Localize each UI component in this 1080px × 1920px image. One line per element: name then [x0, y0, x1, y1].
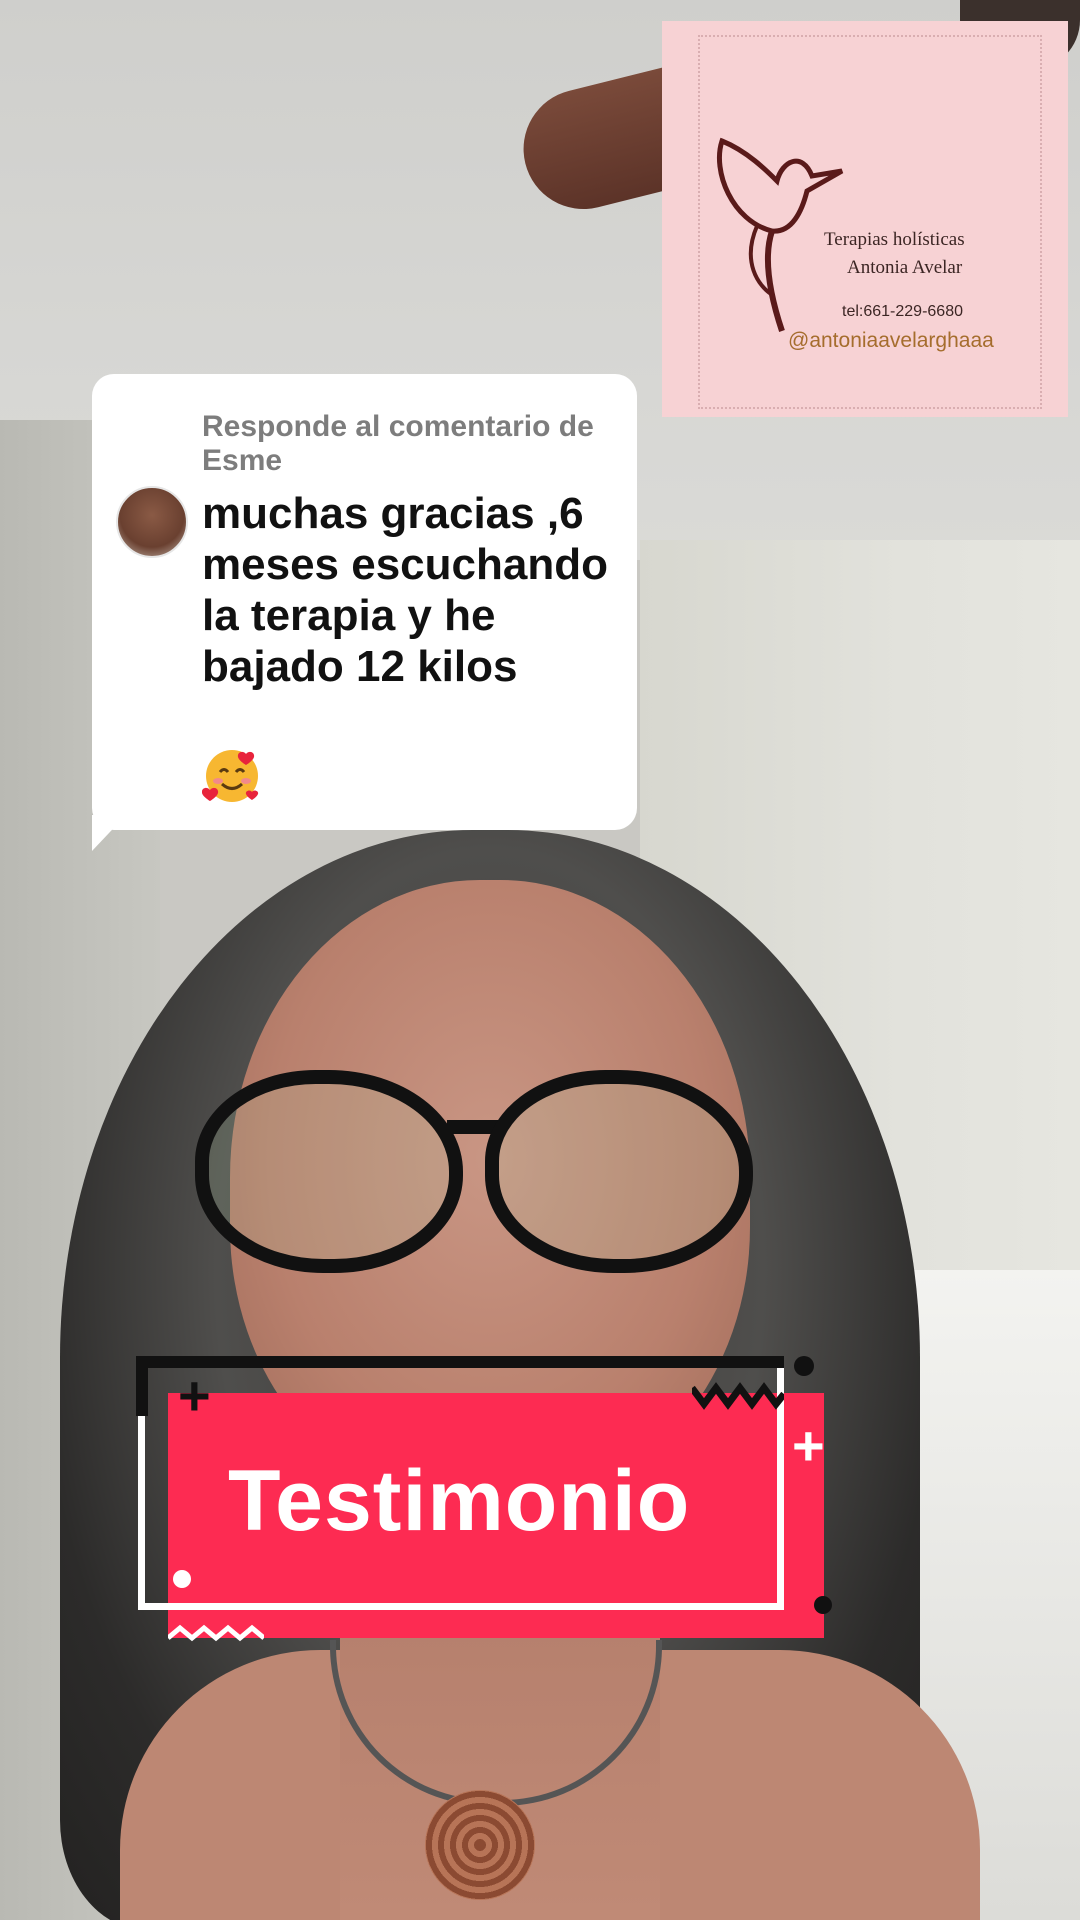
sticker-top-line	[136, 1356, 784, 1368]
reply-label: Responde al comentario de Esme	[202, 410, 594, 477]
dot-decoration	[794, 1356, 814, 1376]
left-lens	[195, 1070, 463, 1273]
sticker-left-line	[136, 1356, 148, 1416]
dot-decoration	[814, 1596, 832, 1614]
zigzag-decoration	[168, 1624, 264, 1642]
logo-card: Terapias holísticas Antonia Avelar tel:6…	[662, 21, 1068, 417]
reply-comment-bubble[interactable]: Responde al comentario de Esme muchas gr…	[92, 374, 637, 830]
smiling-face-with-hearts-icon	[202, 750, 259, 802]
logo-name: Antonia Avelar	[847, 257, 963, 278]
bubble-tail	[92, 815, 126, 851]
spiral-pendant	[425, 1790, 535, 1900]
right-lens	[485, 1070, 753, 1273]
hummingbird-icon	[716, 137, 844, 332]
sticker-label: Testimonio	[228, 1453, 691, 1549]
commenter-avatar[interactable]	[116, 486, 188, 558]
plus-icon: +	[792, 1414, 825, 1477]
zigzag-decoration	[692, 1382, 784, 1410]
logo-handle: @antoniaavelarghaaa	[788, 329, 994, 352]
comment-text: muchas gracias ,6 meses escuchando la te…	[202, 489, 608, 691]
logo-phone: tel:661-229-6680	[842, 303, 963, 320]
eyeglasses	[195, 1050, 755, 1273]
logo-title: Terapias holísticas	[824, 229, 965, 250]
plus-icon: +	[178, 1364, 211, 1427]
dot-decoration	[173, 1570, 191, 1588]
